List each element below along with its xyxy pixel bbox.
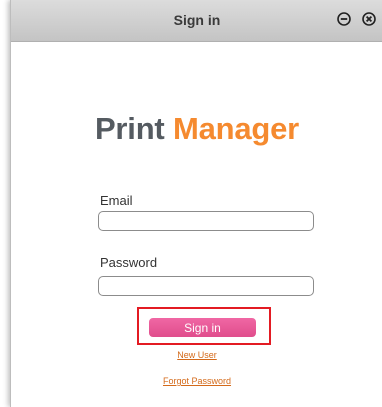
window-title: Sign in <box>173 12 221 28</box>
password-label: Password <box>100 255 158 270</box>
sign-in-button[interactable]: Sign in <box>149 318 256 337</box>
logo-text-print: Print <box>94 111 173 146</box>
logo-text-manager: Manager <box>172 111 300 146</box>
email-field[interactable] <box>98 211 314 231</box>
email-label: Email <box>100 193 133 208</box>
minimize-icon[interactable] <box>337 12 351 26</box>
password-field[interactable] <box>98 276 314 296</box>
close-icon[interactable] <box>362 12 376 26</box>
forgot-password-link[interactable]: Forgot Password <box>11 376 382 386</box>
new-user-link[interactable]: New User <box>11 350 382 360</box>
print-manager-logo: Print Manager <box>11 111 382 147</box>
sign-in-window: Sign in Print Manager Email Password Sig… <box>10 0 382 407</box>
title-bar: Sign in <box>11 0 382 42</box>
